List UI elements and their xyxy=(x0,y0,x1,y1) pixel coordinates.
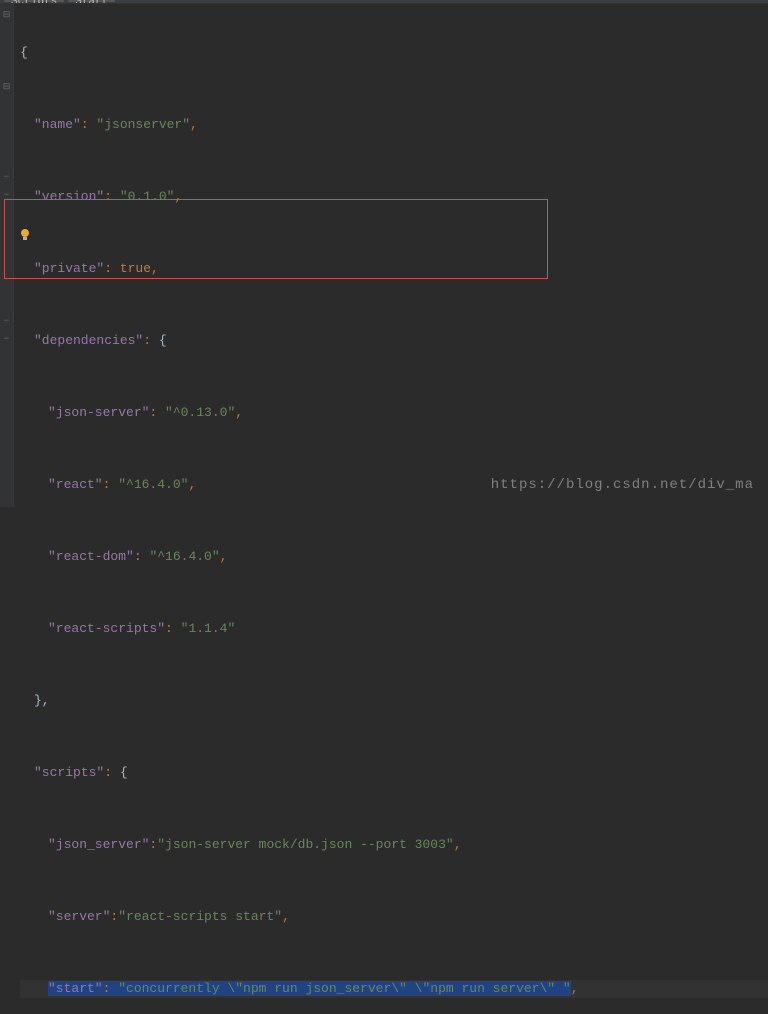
colon: : xyxy=(110,909,118,924)
colon: : xyxy=(134,549,150,564)
watermark-text: https://blog.csdn.net/div_ma xyxy=(491,477,754,493)
colon: : xyxy=(143,333,159,348)
prop-key: "server" xyxy=(48,909,110,924)
prop-value: "1.1.4" xyxy=(181,621,236,636)
prop-key: "version" xyxy=(34,189,104,204)
prop-key: "react" xyxy=(48,477,103,492)
colon: : xyxy=(104,261,120,276)
prop-key: "dependencies" xyxy=(34,333,143,348)
fold-icon[interactable]: ⊟ xyxy=(2,10,11,19)
prop-value: "react-scripts start" xyxy=(118,909,282,924)
comma: , xyxy=(174,189,182,204)
prop-value: "^16.4.0" xyxy=(118,477,188,492)
code-editor[interactable]: ⊟ ⊟ − − − − { "name": "jsonserver", "ver… xyxy=(0,4,768,507)
prop-value: "jsonserver" xyxy=(96,117,190,132)
prop-key: "start" xyxy=(48,981,103,996)
fold-icon[interactable]: − xyxy=(2,190,11,199)
current-line: "start": "concurrently \"npm run json_se… xyxy=(20,980,768,998)
colon: : xyxy=(104,765,120,780)
comma: , xyxy=(151,261,159,276)
comma: , xyxy=(282,909,290,924)
prop-value: "concurrently \"npm run json_server\" \"… xyxy=(118,981,570,996)
colon: : xyxy=(103,477,119,492)
prop-value: "0.1.0" xyxy=(120,189,175,204)
brace-close: }, xyxy=(34,693,50,708)
fold-icon[interactable]: − xyxy=(2,334,11,343)
brace-open: { xyxy=(159,333,167,348)
prop-key: "private" xyxy=(34,261,104,276)
prop-key: "react-dom" xyxy=(48,549,134,564)
colon: : xyxy=(149,837,157,852)
colon: : xyxy=(81,117,97,132)
fold-icon[interactable]: − xyxy=(2,316,11,325)
colon: : xyxy=(149,405,165,420)
comma: , xyxy=(188,477,196,492)
fold-icon[interactable]: − xyxy=(2,172,11,181)
toolbar-button-scripts[interactable]: Scripts xyxy=(4,0,64,2)
colon: : xyxy=(104,189,120,204)
comma: , xyxy=(454,837,462,852)
toolbar-button-start[interactable]: Start xyxy=(68,0,115,2)
brace-open: { xyxy=(20,45,28,60)
comma: , xyxy=(235,405,243,420)
prop-key: "react-scripts" xyxy=(48,621,165,636)
selection: "start": "concurrently \"npm run json_se… xyxy=(48,981,571,996)
code-area[interactable]: { "name": "jsonserver", "version": "0.1.… xyxy=(14,4,768,507)
prop-value: "^16.4.0" xyxy=(149,549,219,564)
comma: , xyxy=(571,981,579,996)
prop-key: "json_server" xyxy=(48,837,149,852)
editor-gutter: ⊟ ⊟ − − − − xyxy=(0,4,14,507)
colon: : xyxy=(165,621,181,636)
brace-open: { xyxy=(120,765,128,780)
prop-key: "json-server" xyxy=(48,405,149,420)
colon: : xyxy=(103,981,119,996)
comma: , xyxy=(220,549,228,564)
prop-value: "^0.13.0" xyxy=(165,405,235,420)
comma: , xyxy=(190,117,198,132)
prop-value: true xyxy=(120,261,151,276)
prop-key: "scripts" xyxy=(34,765,104,780)
fold-icon[interactable]: ⊟ xyxy=(2,82,11,91)
prop-key: "name" xyxy=(34,117,81,132)
prop-value: "json-server mock/db.json --port 3003" xyxy=(157,837,453,852)
